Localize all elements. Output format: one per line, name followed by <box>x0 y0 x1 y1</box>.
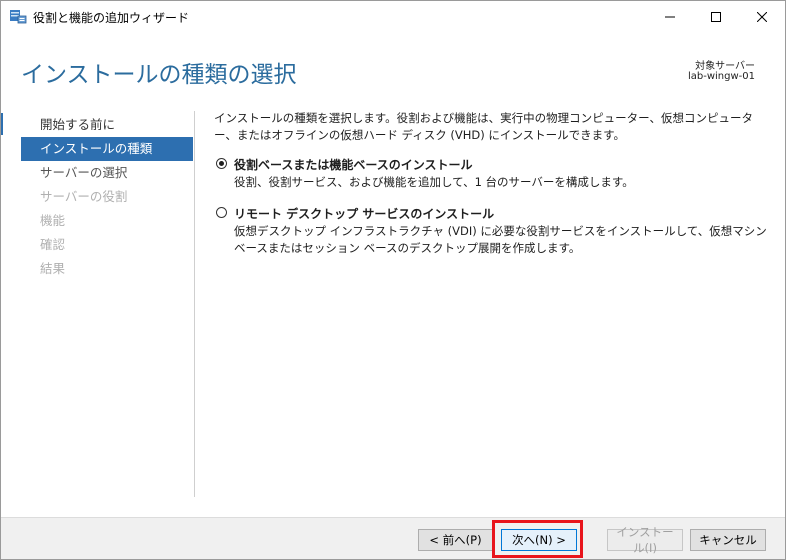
nav-divider <box>194 111 195 497</box>
nav-item-installation-type[interactable]: インストールの種類 <box>21 137 193 161</box>
cancel-button[interactable]: キャンセル <box>690 529 766 551</box>
close-button[interactable] <box>739 1 785 32</box>
nav-item-features: 機能 <box>40 213 66 228</box>
content-pane: インストールの種類を選択します。役割および機能は、実行中の物理コンピューター、仮… <box>214 110 770 255</box>
target-server-label: 対象サーバー <box>695 61 755 72</box>
page-title: インストールの種類の選択 <box>21 62 297 88</box>
close-icon <box>757 11 767 22</box>
wizard-window: 役割と機能の追加ウィザード インストールの種類の選択 対象サーバー lab-wi… <box>0 0 786 560</box>
minimize-button[interactable] <box>647 1 693 32</box>
next-button-highlight <box>492 520 583 558</box>
option-role-based-desc: 役割、役割サービス、および機能を追加して、1 台のサーバーを構成します。 <box>234 175 634 189</box>
nav-item-results: 結果 <box>40 261 66 276</box>
maximize-button[interactable] <box>693 1 739 32</box>
window-title: 役割と機能の追加ウィザード <box>33 11 190 25</box>
option-remote-desktop-title[interactable]: リモート デスクトップ サービスのインストール <box>234 205 494 222</box>
minimize-icon <box>665 16 675 17</box>
nav-item-confirmation: 確認 <box>40 237 66 252</box>
target-server-name: lab-wingw-01 <box>687 71 755 82</box>
nav-marker <box>1 113 3 135</box>
radio-remote-desktop[interactable] <box>216 207 227 218</box>
description-text: インストールの種類を選択します。役割および機能は、実行中の物理コンピューター、仮… <box>214 111 753 142</box>
wizard-footer: < 前へ(P) 次へ(N) > インストール(I) キャンセル <box>1 517 785 559</box>
previous-button[interactable]: < 前へ(P) <box>418 529 493 551</box>
nav-item-server-roles: サーバーの役割 <box>40 189 128 204</box>
option-role-based-title[interactable]: 役割ベースまたは機能ベースのインストール <box>234 156 473 173</box>
option-remote-desktop-desc: 仮想デスクトップ インフラストラクチャ (VDI) に必要な役割サービスをインス… <box>234 224 767 255</box>
nav-item-server-selection[interactable]: サーバーの選択 <box>21 161 193 185</box>
install-button: インストール(I) <box>607 525 683 555</box>
server-manager-icon <box>9 8 27 24</box>
radio-role-based[interactable] <box>216 158 227 169</box>
title-bar: 役割と機能の追加ウィザード <box>1 1 785 32</box>
nav-item-before-you-begin[interactable]: 開始する前に <box>21 113 193 137</box>
maximize-icon <box>711 11 721 22</box>
